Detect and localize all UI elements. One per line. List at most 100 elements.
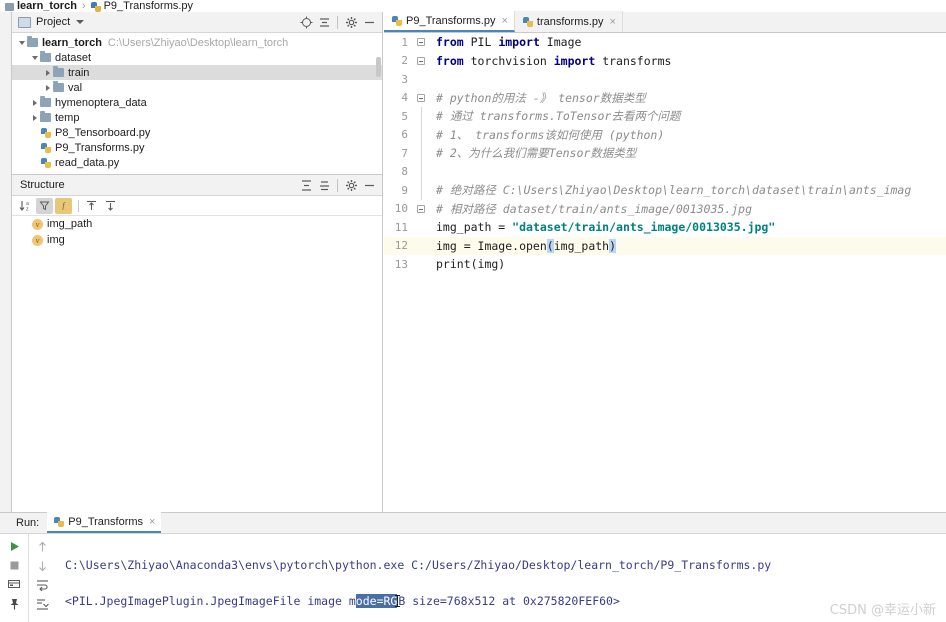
editor-gutter[interactable] <box>414 181 430 200</box>
code-line[interactable]: 5 # 通过 transforms.ToTensor去看两个问题 <box>384 107 946 126</box>
code-text: from torchvision import transforms <box>430 54 671 68</box>
structure-member-list[interactable]: v img_path v img <box>12 216 382 248</box>
code-fold-icon[interactable] <box>417 38 425 46</box>
chevron-down-icon[interactable] <box>76 20 85 24</box>
editor-gutter[interactable] <box>414 200 430 219</box>
code-line[interactable]: 13 print(img) <box>384 255 946 274</box>
tree-node-label: temp <box>55 111 80 124</box>
expand-all-icon[interactable] <box>83 198 100 214</box>
editor-gutter[interactable] <box>414 255 430 274</box>
console-view-button[interactable] <box>4 575 24 594</box>
tree-node-val[interactable]: val <box>12 80 382 95</box>
structure-item[interactable]: v img <box>12 232 382 248</box>
tree-node-train[interactable]: train <box>12 65 382 80</box>
chevron-down-icon[interactable] <box>29 52 40 63</box>
editor: P9_Transforms.py × transforms.py × 1 from PI… <box>384 11 946 512</box>
collapse-all-icon[interactable] <box>316 14 333 31</box>
project-window-icon <box>18 16 31 28</box>
editor-tab-p9_transforms-py[interactable]: P9_Transforms.py × <box>384 11 515 32</box>
editor-gutter[interactable] <box>414 52 430 71</box>
editor-gutter[interactable] <box>414 89 430 108</box>
code-editor[interactable]: 1 from PIL import Image 2 from torchvision … <box>384 33 946 512</box>
code-text: # 绝对路径 C:\Users\Zhiyao\Desktop\learn_tor… <box>430 182 911 198</box>
scroll-to-end-icon[interactable] <box>32 594 52 613</box>
close-icon[interactable]: × <box>610 16 616 28</box>
collapse-all-icon[interactable] <box>102 198 119 214</box>
console-selected-text[interactable]: ode=RG <box>355 594 398 608</box>
code-line[interactable]: 10 # 相对路径 dataset/train/ants_image/001303… <box>384 200 946 219</box>
stop-button[interactable] <box>4 556 24 575</box>
code-line[interactable]: 1 from PIL import Image <box>384 33 946 52</box>
pycharm-window: learn_torch › P9_Transforms.py Project S… <box>0 0 946 622</box>
code-line[interactable]: 4 # python的用法 -》 tensor数据类型 <box>384 89 946 108</box>
code-token: PIL <box>463 35 499 50</box>
run-panel-header: Run: P9_Transforms × <box>0 512 946 534</box>
breadcrumb-file[interactable]: P9_Transforms.py <box>104 0 193 12</box>
close-icon[interactable]: × <box>501 15 507 27</box>
scroll-up-icon[interactable] <box>32 537 52 556</box>
show-fields-icon[interactable]: f <box>55 197 72 214</box>
chevron-right-icon[interactable] <box>42 67 53 78</box>
editor-gutter[interactable] <box>414 33 430 52</box>
editor-gutter[interactable] <box>414 162 430 181</box>
editor-gutter[interactable] <box>414 70 430 89</box>
tree-node-label: dataset <box>55 51 92 64</box>
editor-gutter[interactable] <box>414 218 430 237</box>
code-fold-icon[interactable] <box>417 56 425 65</box>
hide-panel-icon[interactable] <box>361 14 378 31</box>
tree-node-dataset[interactable]: dataset <box>12 50 382 65</box>
code-line[interactable]: 7 # 2、为什么我们需要Tensor数据类型 <box>384 144 946 163</box>
editor-tab-transforms-py[interactable]: transforms.py × <box>514 11 623 32</box>
settings-gear-icon[interactable] <box>343 14 360 31</box>
code-fold-icon[interactable] <box>417 93 425 102</box>
fold-region-line <box>420 162 422 181</box>
chevron-right-icon[interactable] <box>29 97 40 108</box>
tree-node-learn_torch[interactable]: learn_torch C:\Users\Zhiyao\Desktop\learn… <box>12 35 382 50</box>
filter-inherited-icon[interactable] <box>36 197 53 214</box>
code-text: img = Image.open(img_path) <box>430 238 617 253</box>
editor-gutter[interactable] <box>414 144 430 163</box>
tree-node-read_data-py[interactable]: read_data.py <box>12 155 382 170</box>
code-line[interactable]: 11 img_path = "dataset/train/ants_image/0… <box>384 218 946 237</box>
chevron-right-icon[interactable] <box>42 82 53 93</box>
run-configuration-tab[interactable]: P9_Transforms × <box>47 512 162 533</box>
editor-gutter[interactable] <box>414 125 430 144</box>
close-icon[interactable]: × <box>149 516 155 528</box>
chevron-right-icon[interactable] <box>29 112 40 123</box>
code-line[interactable]: 12 img = Image.open(img_path) <box>384 236 946 256</box>
run-label: Run: <box>16 517 40 529</box>
tree-node-p8_tensorboard-py[interactable]: P8_Tensorboard.py <box>12 125 382 140</box>
expand-all-icon[interactable] <box>298 177 315 194</box>
tree-node-temp[interactable]: temp <box>12 110 382 125</box>
soft-wrap-icon[interactable] <box>32 575 52 594</box>
code-line[interactable]: 3 <box>384 70 946 89</box>
settings-gear-icon[interactable] <box>343 177 360 194</box>
pin-tab-button[interactable] <box>4 594 24 613</box>
code-line[interactable]: 8 <box>384 162 946 181</box>
collapse-all-icon[interactable] <box>316 177 333 194</box>
code-line[interactable]: 9 # 绝对路径 C:\Users\Zhiyao\Desktop\learn_to… <box>384 181 946 200</box>
chevron-down-icon[interactable] <box>16 37 27 48</box>
run-button[interactable] <box>4 537 24 556</box>
breadcrumb-project[interactable]: learn_torch <box>17 0 77 12</box>
editor-gutter[interactable] <box>414 107 430 126</box>
structure-item-label: img <box>47 234 65 246</box>
hide-panel-icon[interactable] <box>361 177 378 194</box>
scroll-down-icon[interactable] <box>32 556 52 575</box>
sort-alphabetically-icon[interactable]: az <box>17 198 34 214</box>
console-output[interactable]: C:\Users\Zhiyao\Anaconda3\envs\pytorch\p… <box>55 534 946 622</box>
editor-gutter[interactable] <box>414 237 430 256</box>
structure-item[interactable]: v img_path <box>12 216 382 232</box>
project-tree-scrollbar[interactable] <box>376 57 381 77</box>
folder-icon <box>5 3 14 11</box>
locate-icon[interactable] <box>298 14 315 31</box>
tree-node-hymenoptera_data[interactable]: hymenoptera_data <box>12 95 382 110</box>
variable-icon: v <box>32 218 43 230</box>
code-fold-icon[interactable] <box>417 204 425 213</box>
project-file-tree[interactable]: learn_torch C:\Users\Zhiyao\Desktop\learn… <box>12 33 382 170</box>
code-line[interactable]: 6 # 1、 transforms该如何使用 (python) <box>384 125 946 144</box>
code-line[interactable]: 2 from torchvision import transforms <box>384 52 946 71</box>
code-token: ) <box>609 238 617 253</box>
tree-node-p9_transforms-py[interactable]: P9_Transforms.py <box>12 140 382 155</box>
editor-tab-label: P9_Transforms.py <box>406 14 496 27</box>
